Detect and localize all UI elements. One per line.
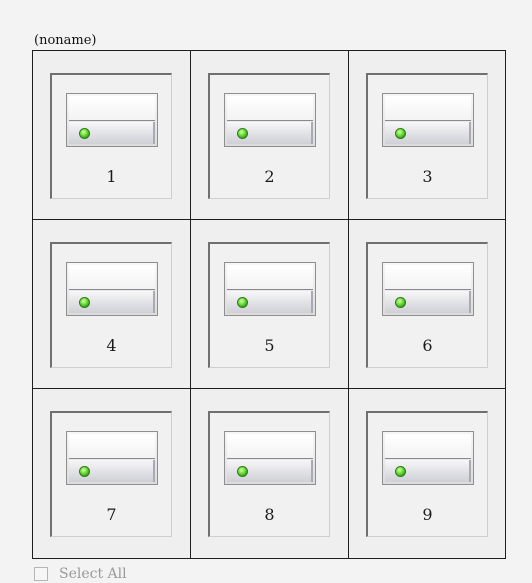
device-screen: [227, 434, 313, 459]
device-icon: [382, 93, 474, 147]
device-label: 4: [106, 336, 117, 355]
status-led-icon: [79, 297, 90, 308]
device-tile[interactable]: 1: [50, 73, 172, 199]
device-grid: 1 2 3 4 5 6 7 8 9: [32, 50, 506, 559]
status-led-icon: [395, 297, 406, 308]
device-screen: [69, 96, 155, 121]
device-icon: [382, 262, 474, 316]
device-label: 5: [264, 336, 275, 355]
device-tile[interactable]: 8: [208, 411, 330, 537]
device-cell-9[interactable]: 9: [349, 389, 505, 558]
device-cell-1[interactable]: 1: [33, 51, 191, 220]
device-cell-3[interactable]: 3: [349, 51, 505, 220]
select-all-checkbox[interactable]: [34, 567, 48, 581]
device-icon: [224, 93, 316, 147]
device-label: 7: [106, 505, 117, 524]
status-led-icon: [237, 466, 248, 477]
device-icon: [66, 262, 158, 316]
status-led-icon: [237, 128, 248, 139]
device-icon: [224, 262, 316, 316]
device-tile[interactable]: 7: [50, 411, 172, 537]
device-cell-5[interactable]: 5: [191, 220, 349, 389]
device-label: 1: [106, 167, 117, 186]
device-screen: [69, 265, 155, 290]
status-led-icon: [395, 466, 406, 477]
device-screen: [69, 434, 155, 459]
device-cell-8[interactable]: 8: [191, 389, 349, 558]
device-screen: [227, 265, 313, 290]
device-cell-7[interactable]: 7: [33, 389, 191, 558]
device-label: 8: [264, 505, 275, 524]
device-label: 2: [264, 167, 275, 186]
device-icon: [224, 431, 316, 485]
device-label: 6: [422, 336, 433, 355]
select-all-label: Select All: [59, 566, 127, 582]
group-title: (noname): [34, 33, 97, 48]
device-screen: [385, 434, 471, 459]
device-screen: [227, 96, 313, 121]
device-tile[interactable]: 5: [208, 242, 330, 368]
device-cell-2[interactable]: 2: [191, 51, 349, 220]
device-tile[interactable]: 4: [50, 242, 172, 368]
device-cell-4[interactable]: 4: [33, 220, 191, 389]
device-cell-6[interactable]: 6: [349, 220, 505, 389]
device-icon: [66, 93, 158, 147]
device-label: 3: [422, 167, 433, 186]
device-screen: [385, 265, 471, 290]
status-led-icon: [79, 128, 90, 139]
device-tile[interactable]: 9: [366, 411, 488, 537]
status-led-icon: [79, 466, 90, 477]
device-tile[interactable]: 2: [208, 73, 330, 199]
device-tile[interactable]: 6: [366, 242, 488, 368]
status-led-icon: [395, 128, 406, 139]
device-screen: [385, 96, 471, 121]
device-icon: [382, 431, 474, 485]
device-icon: [66, 431, 158, 485]
device-label: 9: [422, 505, 433, 524]
select-all-control[interactable]: Select All: [34, 565, 127, 583]
status-led-icon: [237, 297, 248, 308]
device-tile[interactable]: 3: [366, 73, 488, 199]
